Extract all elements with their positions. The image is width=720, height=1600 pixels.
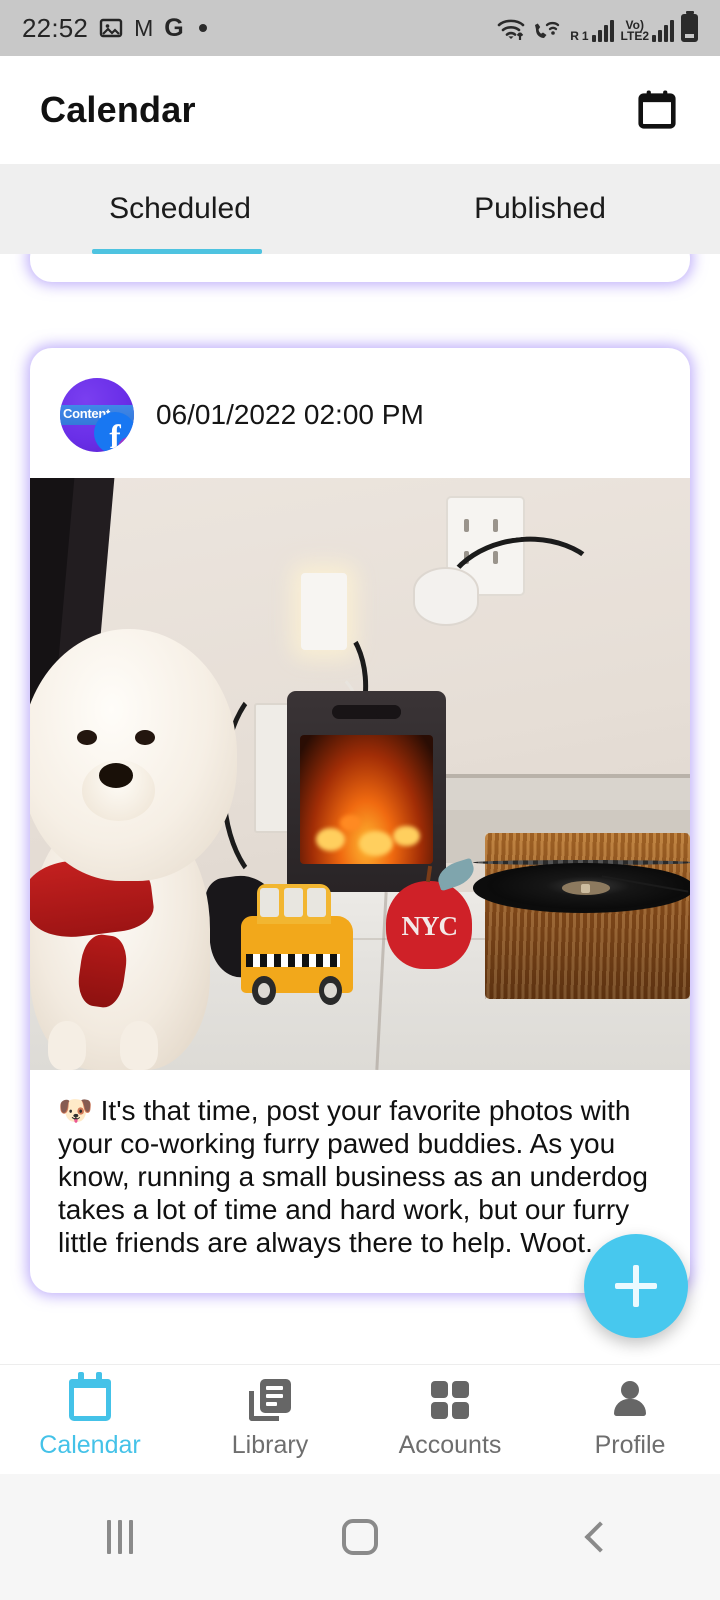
library-icon (249, 1379, 291, 1421)
photo-scene: NYC (30, 478, 690, 1070)
post-card-partial[interactable] (30, 254, 690, 282)
bottom-navigation: Calendar Library Accounts Profile (0, 1364, 720, 1474)
status-bar-right: R 1 Vo) LTE2 (496, 14, 698, 42)
recents-icon (107, 1520, 133, 1554)
back-button[interactable] (480, 1521, 720, 1553)
plus-icon (615, 1265, 657, 1307)
system-navigation-bar (0, 1474, 720, 1600)
electric-fireplace-heater (287, 691, 446, 893)
app-bar: Calendar (0, 56, 720, 164)
post-image[interactable]: NYC (30, 478, 690, 1070)
wifi-calling-icon (533, 16, 563, 42)
page-title: Calendar (40, 89, 196, 130)
roaming-label: R (570, 29, 579, 43)
nav-item-library-label: Library (231, 1431, 309, 1459)
signal-roaming-icon: R 1 (570, 20, 614, 43)
phone-screen: 22:52 M G R 1 Vo) LTE2 Calendar Schedule… (0, 0, 720, 1600)
post-datetime: 06/01/2022 02:00 PM (156, 399, 424, 430)
calendar-icon (69, 1372, 111, 1421)
turntable-platter (473, 859, 690, 913)
nav-item-calendar[interactable]: Calendar (0, 1372, 180, 1460)
post-header: Content f ∞ 06/01/2022 02:00 PM (30, 348, 690, 478)
avatar[interactable]: Content f ∞ (60, 378, 134, 452)
dog-subject (30, 620, 241, 1070)
dot-indicator-icon (198, 24, 207, 32)
dog-nose (98, 762, 134, 788)
tab-scheduled-label: Scheduled (109, 192, 251, 225)
nav-item-profile-label: Profile (594, 1431, 666, 1459)
nav-item-library[interactable]: Library (180, 1379, 360, 1460)
dog-eye-right (135, 729, 155, 745)
roaming-sub-label: 1 (581, 29, 589, 43)
battery-icon (681, 14, 698, 42)
meta-badge-icon: ∞ (118, 437, 134, 452)
tab-published[interactable]: Published (360, 164, 720, 254)
facebook-badge-icon: f ∞ (94, 412, 134, 452)
signal-bars-1-icon (591, 20, 614, 42)
heater-flame-window (300, 735, 434, 865)
toy-taxi (241, 883, 354, 1006)
calendar-icon[interactable] (634, 87, 680, 133)
dog-head (30, 629, 237, 882)
google-icon: G (164, 13, 184, 42)
home-icon (342, 1519, 378, 1555)
heater-vent-slot-2 (376, 705, 402, 720)
status-bar-clock: 22:52 (22, 12, 89, 43)
nav-item-accounts-label: Accounts (398, 1431, 502, 1459)
apple-label: NYC (401, 910, 458, 941)
back-icon (584, 1521, 616, 1553)
nav-item-calendar-label: Calendar (39, 1431, 141, 1459)
record-player (473, 833, 690, 999)
turntable-wood-grain (485, 833, 690, 999)
post-card[interactable]: Content f ∞ 06/01/2022 02:00 PM NYC 🐶 It… (30, 348, 690, 1294)
grid-icon (429, 1379, 471, 1421)
person-icon (609, 1379, 651, 1421)
add-post-button[interactable] (584, 1234, 688, 1338)
nyc-apple-ornament: NYC (386, 857, 478, 970)
home-button[interactable] (240, 1519, 480, 1555)
recents-button[interactable] (0, 1520, 240, 1554)
nav-item-accounts[interactable]: Accounts (360, 1379, 540, 1460)
volte-signal-icon: Vo) LTE2 (620, 19, 674, 43)
turntable-spindle (581, 883, 591, 893)
taxi-checker-stripe (245, 953, 340, 967)
taxi-roof (256, 883, 331, 924)
post-feed[interactable]: Content f ∞ 06/01/2022 02:00 PM NYC 🐶 It… (0, 254, 720, 1364)
status-bar: 22:52 M G R 1 Vo) LTE2 (0, 0, 720, 56)
status-bar-left: 22:52 M G (22, 13, 496, 44)
tab-scheduled[interactable]: Scheduled (0, 164, 360, 254)
tab-bar: Scheduled Published (0, 164, 720, 254)
network-type-label: LTE2 (620, 29, 649, 43)
photos-icon (99, 16, 123, 40)
dog-eye-left (77, 729, 97, 745)
tab-published-label: Published (474, 192, 606, 225)
nav-item-profile[interactable]: Profile (540, 1379, 720, 1460)
wifi-icon (496, 16, 526, 42)
gmail-icon: M (134, 14, 154, 41)
signal-bars-2-icon (652, 20, 674, 42)
